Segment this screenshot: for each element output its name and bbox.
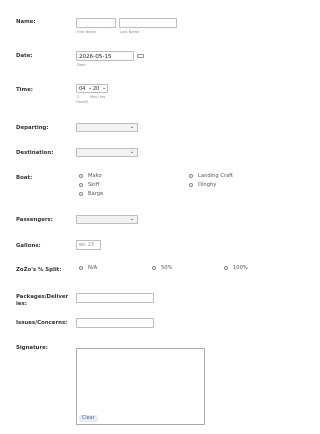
split-option-na: N/A xyxy=(88,265,98,271)
gallons-input[interactable]: ex: 23 xyxy=(76,240,101,250)
date-input[interactable]: 2026-05-15 xyxy=(76,51,134,61)
radio-mako[interactable] xyxy=(79,174,83,178)
split-option-100: 100% xyxy=(233,265,248,271)
packages-label-line2: ies: xyxy=(16,301,27,307)
minute-number: 05 xyxy=(84,100,89,104)
hour-chevron-icon: ⌄ xyxy=(88,85,93,91)
name-label: Name: xyxy=(16,19,36,25)
radio-split-50[interactable] xyxy=(152,266,156,270)
last-name-sublabel: Last Name xyxy=(120,30,140,34)
chevron-down-icon: ⌄ xyxy=(129,216,134,222)
radio-barge[interactable] xyxy=(79,192,83,196)
signature-label: Signature: xyxy=(16,345,48,351)
passengers-label: Passengers: xyxy=(16,217,53,223)
boat-option-landing-craft: Landing Craft xyxy=(198,173,234,179)
minute-chevron-icon: ⌄ xyxy=(102,85,107,91)
split-option-50: 50% xyxy=(161,265,173,271)
date-value: 2026-05-15 xyxy=(79,53,112,60)
minute-value: 20 xyxy=(93,86,100,92)
clear-button[interactable]: Clear xyxy=(79,415,98,422)
first-name-input[interactable] xyxy=(76,18,116,28)
boat-option-barge: Barge xyxy=(88,191,104,197)
passengers-select[interactable]: ⌄ xyxy=(76,215,138,224)
signature-pad[interactable]: Clear xyxy=(76,348,205,425)
boat-option-mako: Mako xyxy=(88,173,102,179)
radio-landing-craft[interactable] xyxy=(189,174,193,178)
destination-select[interactable]: ⌄ xyxy=(76,148,138,157)
radio-skiff[interactable] xyxy=(79,183,83,187)
minute-sublabel: Minu tes xyxy=(90,95,106,99)
radio-split-100[interactable] xyxy=(224,266,228,270)
hour-value: 04 xyxy=(79,86,86,92)
date-sublabel: Date xyxy=(77,63,86,67)
departing-select[interactable]: ⌄ xyxy=(76,123,138,132)
radio-dinghy[interactable] xyxy=(189,183,193,187)
issues-label: Issues/Concerns: xyxy=(16,320,68,326)
split-label: ZoZo's % Split: xyxy=(16,267,62,273)
first-name-sublabel: First Name xyxy=(77,30,97,34)
chevron-down-icon: ⌄ xyxy=(129,149,134,155)
boat-option-dinghy: Dinghy xyxy=(198,182,217,188)
destination-label: Destination: xyxy=(16,150,54,156)
packages-input[interactable] xyxy=(76,293,154,303)
issues-input[interactable] xyxy=(76,318,154,328)
radio-split-na[interactable] xyxy=(79,266,83,270)
time-label: Time: xyxy=(16,87,33,93)
departing-label: Departing: xyxy=(16,125,49,131)
gallons-placeholder: ex: 23 xyxy=(79,243,94,248)
calendar-icon[interactable] xyxy=(137,54,144,58)
packages-label-line1: Packages/Deliver xyxy=(16,294,69,300)
boat-label: Boat: xyxy=(16,175,33,181)
hour-number: 2 xyxy=(77,95,80,99)
chevron-down-icon: ⌄ xyxy=(129,124,134,130)
gallons-label: Gallons: xyxy=(16,243,41,249)
time-select[interactable]: 04 ⌄ 20 ⌄ xyxy=(76,84,108,93)
date-label: Date: xyxy=(16,53,33,59)
boat-option-skiff: Skiff xyxy=(88,182,100,188)
last-name-input[interactable] xyxy=(119,18,177,28)
